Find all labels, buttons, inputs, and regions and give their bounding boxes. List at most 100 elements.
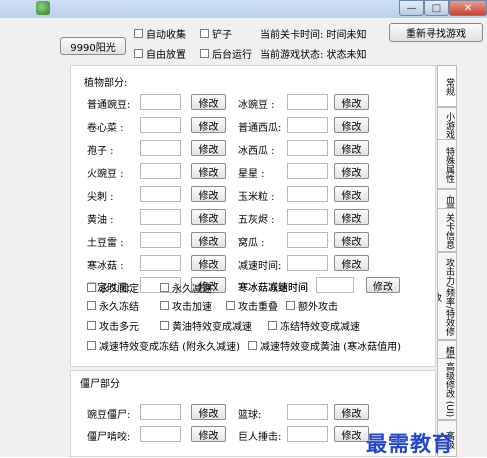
checkbox-box[interactable]	[200, 29, 209, 38]
tab-normal[interactable]: 常规	[437, 65, 457, 107]
zombie-row-label: 僵尸啃咬:	[87, 432, 131, 443]
plant-row-input[interactable]	[140, 140, 181, 156]
sun-button[interactable]: 9990阳光	[60, 37, 126, 55]
plant-row-input[interactable]	[140, 186, 181, 202]
freeze-to-slow-checkbox[interactable]: 冻结特效变成减速	[268, 318, 360, 333]
plant-row-modify-button[interactable]: 修改	[191, 186, 226, 202]
plant-row-modify-button[interactable]: 修改	[334, 255, 369, 271]
close-button[interactable]: ✕	[449, 0, 487, 16]
multi-attack-checkbox[interactable]: 攻击多元	[87, 318, 139, 333]
plant-row-input[interactable]	[287, 163, 328, 179]
checkbox-box[interactable]	[268, 321, 277, 330]
plant-row-modify-button[interactable]: 修改	[334, 232, 369, 248]
shovel-checkbox[interactable]: 铲子	[200, 26, 232, 41]
plant-row-input[interactable]	[140, 232, 181, 248]
plant-row-modify-button[interactable]: 修改	[191, 209, 226, 225]
plant-row-label: 卷心菜 :	[87, 123, 124, 134]
tab-level-info[interactable]: 关卡信息	[437, 208, 457, 252]
checkbox-box[interactable]	[200, 49, 209, 58]
zombie-row-input[interactable]	[287, 404, 328, 420]
minimize-button[interactable]: —	[399, 0, 424, 16]
checkbox-box[interactable]	[87, 341, 96, 350]
slow-to-butter-checkbox[interactable]: 减速特效变成黄油 (寒冰菇值用)	[248, 338, 401, 353]
zombie-row-input[interactable]	[140, 426, 181, 442]
perm-slow-checkbox[interactable]: 永久减速	[160, 280, 212, 295]
plant-row-modify-button[interactable]: 修改	[334, 209, 369, 225]
extra-row-input[interactable]	[316, 277, 354, 293]
slow-to-freeze-checkbox[interactable]: 减速特效变成冻结 (附永久减速)	[87, 338, 240, 353]
plants-title: 植物部分:	[82, 74, 130, 89]
zombie-row-input[interactable]	[140, 404, 181, 420]
checkbox-box[interactable]	[134, 49, 143, 58]
plant-row-modify-button[interactable]: 修改	[191, 255, 226, 271]
plant-row-modify-button[interactable]: 修改	[334, 117, 369, 133]
checkbox-box[interactable]	[160, 283, 169, 292]
research-game-button[interactable]: 重新寻找游戏	[389, 23, 483, 42]
plant-row-label: 冰豌豆 :	[238, 100, 275, 111]
attack-overlap-checkbox[interactable]: 攻击重叠	[226, 298, 278, 313]
tab-attack[interactable]: 攻击力/频率/特效修改	[437, 252, 457, 340]
zombie-row-input[interactable]	[287, 426, 328, 442]
plant-row-modify-button[interactable]: 修改	[191, 140, 226, 156]
plant-row-label: 土豆雷 :	[87, 238, 124, 249]
plant-row-input[interactable]	[140, 94, 181, 110]
plant-row-modify-button[interactable]: 修改	[334, 140, 369, 156]
attack-speed-checkbox[interactable]: 攻击加速	[160, 298, 212, 313]
plant-row-modify-button[interactable]: 修改	[191, 94, 226, 110]
checkbox-box[interactable]	[134, 29, 143, 38]
background-run-checkbox[interactable]: 后台运行	[200, 46, 252, 61]
butter-to-slow-checkbox[interactable]: 黄油特效变成减速	[160, 318, 252, 333]
checkbox-box[interactable]	[160, 321, 169, 330]
checkbox-label: 攻击加速	[172, 302, 212, 313]
maximize-button[interactable]: □	[424, 0, 449, 16]
plant-row-input[interactable]	[140, 117, 181, 133]
extra-attack-checkbox[interactable]: 额外攻击	[286, 298, 338, 313]
perm-fix-checkbox[interactable]: 永久固定	[87, 280, 139, 295]
plant-row-input[interactable]	[287, 186, 328, 202]
plant-row-input[interactable]	[140, 163, 181, 179]
plant-row-modify-button[interactable]: 修改	[191, 163, 226, 179]
plant-row-modify-button[interactable]: 修改	[191, 117, 226, 133]
level-time-text: 当前关卡时间: 时间未知	[260, 30, 367, 41]
checkbox-label: 冻结特效变成减速	[280, 322, 360, 333]
zombie-row-modify-button[interactable]: 修改	[191, 404, 226, 420]
plant-row-label: 减速时间:	[238, 261, 282, 272]
plant-row-modify-button[interactable]: 修改	[334, 186, 369, 202]
zombie-row-modify-button[interactable]: 修改	[334, 426, 369, 442]
tab-advanced-ui[interactable]: 高级修改 (UI)	[437, 358, 457, 420]
free-place-checkbox[interactable]: 自由放置	[134, 46, 186, 61]
checkbox-box[interactable]	[286, 301, 295, 310]
title-bar: — □ ✕	[0, 0, 487, 18]
app-icon	[36, 1, 50, 15]
perm-freeze-checkbox[interactable]: 永久冻结	[87, 298, 139, 313]
extra-row-modify-button[interactable]: 修改	[366, 277, 400, 293]
plant-row-modify-button[interactable]: 修改	[334, 163, 369, 179]
main-panel: 9990阳光 自动收集 铲子 当前关卡时间: 时间未知 自由放置 后台运行 当前…	[0, 18, 487, 457]
extra-row-label: 寒冰菇减速时间	[238, 283, 308, 294]
plant-row-input[interactable]	[287, 232, 328, 248]
plant-row-input[interactable]	[287, 140, 328, 156]
checkbox-label: 铲子	[212, 30, 232, 41]
plant-row-input[interactable]	[287, 209, 328, 225]
checkbox-box[interactable]	[248, 341, 257, 350]
plant-row-input[interactable]	[287, 255, 328, 271]
checkbox-box[interactable]	[87, 301, 96, 310]
plant-row-input[interactable]	[287, 94, 328, 110]
plant-row-label: 玉米粒 :	[238, 192, 275, 203]
auto-collect-checkbox[interactable]: 自动收集	[134, 26, 186, 41]
plant-row-modify-button[interactable]: 修改	[191, 232, 226, 248]
plant-row-label: 尖刺 :	[87, 192, 114, 203]
zombie-row-modify-button[interactable]: 修改	[191, 426, 226, 442]
plant-row-input[interactable]	[287, 117, 328, 133]
checkbox-box[interactable]	[160, 301, 169, 310]
plant-row-modify-button[interactable]: 修改	[334, 94, 369, 110]
plant-row-input[interactable]	[140, 255, 181, 271]
checkbox-label: 后台运行	[212, 50, 252, 61]
checkbox-box[interactable]	[226, 301, 235, 310]
zombie-row-modify-button[interactable]: 修改	[334, 404, 369, 420]
checkbox-label: 永久固定	[99, 284, 139, 295]
tab-special[interactable]: 特殊属性	[437, 139, 457, 189]
checkbox-box[interactable]	[87, 321, 96, 330]
plant-row-input[interactable]	[140, 209, 181, 225]
checkbox-box[interactable]	[87, 283, 96, 292]
